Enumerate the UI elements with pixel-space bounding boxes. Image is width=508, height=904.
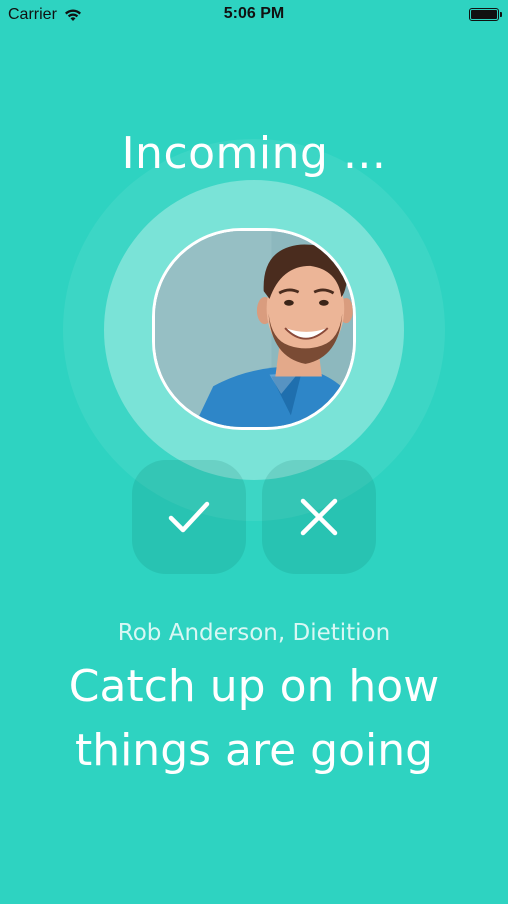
caller-photo	[155, 231, 353, 427]
accept-call-button[interactable]	[132, 460, 246, 574]
call-message-line-1: Catch up on how	[68, 661, 440, 712]
status-time: 5:06 PM	[223, 5, 285, 22]
checkmark-icon	[168, 501, 210, 533]
call-message-line-2: things are going	[74, 725, 434, 776]
call-message: Catch up on how things are going	[0, 655, 508, 783]
status-bar: Carrier 5:06 PM	[0, 0, 508, 30]
caller-avatar	[152, 228, 356, 430]
caller-name: Rob Anderson, Dietition	[117, 620, 391, 646]
close-icon	[300, 498, 338, 536]
decline-call-button[interactable]	[262, 460, 376, 574]
battery-full-icon	[469, 8, 502, 21]
